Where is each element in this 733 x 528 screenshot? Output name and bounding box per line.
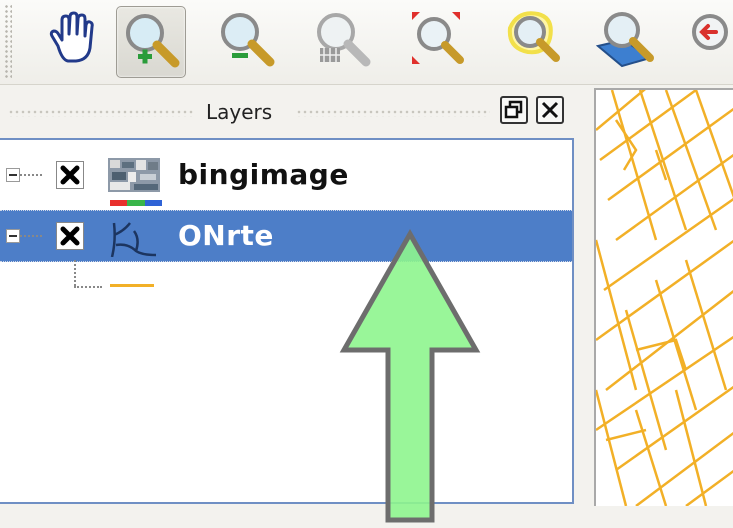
zoom-full-icon <box>412 12 464 64</box>
line-legend-swatch <box>110 284 154 287</box>
vector-line-icon <box>106 217 162 258</box>
float-panel-button[interactable] <box>500 96 528 124</box>
raster-image-icon <box>106 156 162 196</box>
zoom-layer-icon <box>595 12 654 68</box>
road-network-map <box>596 90 733 506</box>
pan-hand-icon <box>49 11 94 63</box>
pan-tool-button[interactable] <box>36 6 104 76</box>
zoom-to-layer-tool-button[interactable] <box>594 6 662 76</box>
zoom-last-tool-button[interactable] <box>684 6 733 76</box>
toolbar-grip[interactable] <box>4 4 12 80</box>
zoom-selection-icon <box>507 11 560 62</box>
annotation-arrow <box>330 228 490 528</box>
zoom-to-selection-tool-button[interactable] <box>498 6 566 76</box>
zoom-out-icon <box>221 13 275 67</box>
panel-title: Layers <box>206 100 273 124</box>
zoom-in-icon <box>126 14 180 68</box>
up-arrow-icon <box>339 228 481 523</box>
zoom-in-tool-button[interactable] <box>116 6 186 78</box>
header-grip-left <box>8 109 194 117</box>
zoom-native-icon <box>317 13 371 67</box>
band-blue <box>144 200 162 206</box>
zoom-native-resolution-tool-button[interactable] <box>306 6 374 76</box>
close-panel-button[interactable] <box>536 96 564 124</box>
layer-name[interactable]: bingimage <box>178 158 349 191</box>
layer-row-bingimage[interactable]: bingimage <box>0 150 572 200</box>
raster-legend-bands <box>110 200 162 206</box>
collapse-toggle[interactable] <box>6 229 20 243</box>
layer-name[interactable]: ONrte <box>178 219 274 252</box>
map-navigation-toolbar <box>0 0 733 85</box>
layer-visibility-checkbox[interactable] <box>56 161 84 189</box>
header-grip-right <box>296 109 490 117</box>
checkmark-x-icon <box>60 165 80 185</box>
zoom-full-extent-tool-button[interactable] <box>402 6 470 76</box>
float-window-icon <box>504 100 523 119</box>
band-green <box>127 200 145 206</box>
collapse-toggle[interactable] <box>6 168 20 182</box>
checkmark-x-icon <box>60 226 80 246</box>
map-canvas[interactable] <box>594 88 733 506</box>
zoom-out-tool-button[interactable] <box>210 6 278 76</box>
close-icon <box>541 101 559 119</box>
layer-visibility-checkbox[interactable] <box>56 222 84 250</box>
zoom-last-icon <box>692 14 728 50</box>
layers-panel-header[interactable]: Layers <box>0 90 582 134</box>
band-red <box>110 200 128 206</box>
